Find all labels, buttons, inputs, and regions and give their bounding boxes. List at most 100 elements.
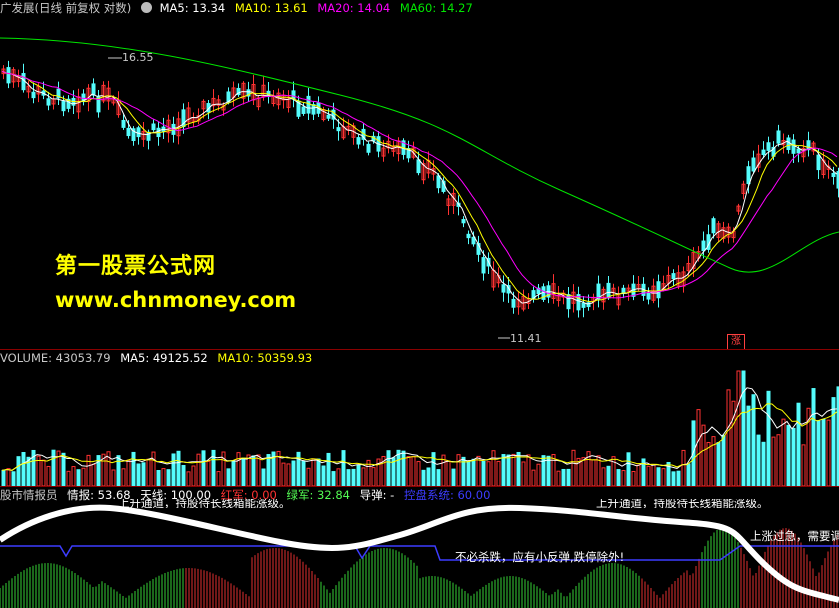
candle-body [761, 149, 766, 156]
volume-bar [756, 434, 761, 486]
candle-body [776, 130, 781, 144]
channel-text-left: 上升通道，持股待长线箱能涨级。 [118, 499, 291, 508]
volume-bar [231, 460, 236, 486]
volume-bar [511, 453, 516, 486]
volume-bar [631, 470, 636, 486]
volume-bar [706, 441, 711, 486]
volume-bar [21, 452, 26, 486]
volume-bar [656, 467, 661, 486]
volume-bar [171, 453, 176, 486]
volume-bar [736, 370, 741, 486]
volume-bar [466, 460, 471, 486]
candle-body [151, 123, 156, 131]
volume-bar [251, 455, 256, 486]
volume-bar [301, 460, 306, 486]
candle-body [436, 175, 441, 189]
volume-value: VOLUME: 43053.79 [0, 351, 111, 365]
volume-bar [741, 370, 746, 486]
volume-bar [311, 458, 316, 486]
volume-bar [416, 461, 421, 486]
volume-bar [671, 471, 676, 486]
volume-bar [216, 471, 221, 486]
volume-bar [601, 467, 606, 486]
candle-body [671, 273, 676, 280]
volume-bar [681, 449, 686, 486]
overheat-text: 上涨过急，需要调 [750, 529, 839, 543]
volume-bar [91, 463, 96, 486]
volume-bar [556, 470, 561, 486]
volume-bar [226, 468, 231, 486]
volume-bar [371, 467, 376, 486]
candle-body [301, 106, 306, 114]
candle-body [646, 292, 651, 300]
volume-bar [541, 455, 546, 486]
volume-bar [331, 471, 336, 486]
volume-bar [721, 434, 726, 486]
candle-body [791, 139, 796, 154]
limit-up-badge: 涨 [727, 334, 745, 350]
volume-bar [181, 464, 186, 486]
volume-ma10: MA10: 50359.93 [217, 351, 313, 365]
volume-bar [261, 468, 266, 486]
volume-bar [426, 467, 431, 486]
volume-bar [481, 460, 486, 486]
candle-body [31, 91, 36, 99]
volume-bar [826, 419, 831, 486]
candle-body [311, 104, 316, 115]
indicator-guide: 导弹: - [359, 488, 395, 502]
indicator-chart[interactable] [0, 503, 839, 608]
volume-bar [241, 457, 246, 486]
volume-bar [111, 469, 116, 486]
volume-bar [411, 456, 416, 486]
volume-bar [646, 465, 651, 486]
volume-bar [406, 456, 411, 486]
volume-bar [336, 468, 341, 486]
indicator-control: 控盘系统: 60.00 [403, 488, 491, 502]
volume-bar [126, 459, 131, 486]
volume-bar [566, 468, 571, 486]
candle-body [701, 240, 706, 252]
no-kill-text: 不必杀跌，应有小反弹,跌停除外! [455, 550, 625, 564]
volume-bar [561, 468, 566, 486]
volume-bar [621, 470, 626, 486]
control-line [0, 545, 839, 561]
volume-bar [321, 465, 326, 486]
candle-body [136, 127, 141, 138]
indicator-name: 股市情报员 [0, 488, 58, 502]
volume-bar [151, 451, 156, 486]
candle-body [656, 281, 661, 299]
volume-bar [591, 459, 596, 486]
volume-bar [606, 465, 611, 486]
candle-body [466, 233, 471, 239]
volume-bar [476, 455, 481, 486]
volume-bar [166, 469, 171, 486]
high-price-label: 16.55 [122, 51, 154, 64]
candle-body [786, 137, 791, 151]
volume-bar [61, 452, 66, 486]
candle-body [326, 114, 331, 119]
volume-chart[interactable] [0, 366, 839, 486]
candle-body [46, 98, 51, 106]
candle-body [746, 166, 751, 185]
ma5-value: MA5: 13.34 [159, 1, 226, 15]
volume-bar [421, 469, 426, 486]
candle-body [606, 282, 611, 299]
volume-bar [86, 454, 91, 486]
volume-bar [501, 454, 506, 486]
candle-body [356, 137, 361, 145]
channel-text-right: 上升通道，持股待长线箱能涨级。 [596, 499, 769, 508]
watermark-url[interactable]: www.chnmoney.com [55, 288, 296, 312]
volume-bar [136, 463, 141, 486]
volume-bar [246, 454, 251, 486]
ma20-value: MA20: 14.04 [317, 1, 391, 15]
volume-bar [791, 427, 796, 486]
volume-bar [16, 456, 21, 486]
volume-bar [506, 454, 511, 486]
volume-bar [581, 457, 586, 486]
volume-bar [726, 389, 731, 486]
volume-bar [451, 468, 456, 486]
gear-icon[interactable] [140, 2, 152, 13]
low-price-label: 11.41 [510, 332, 542, 345]
volume-bar [571, 449, 576, 486]
candle-body [621, 287, 626, 294]
